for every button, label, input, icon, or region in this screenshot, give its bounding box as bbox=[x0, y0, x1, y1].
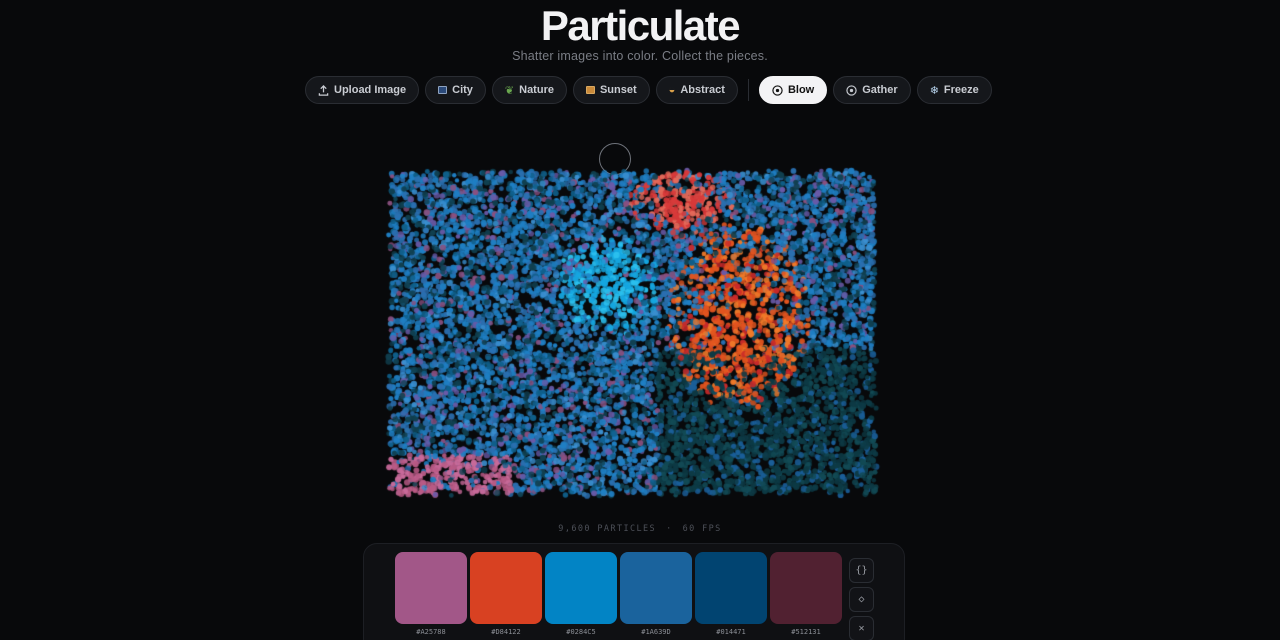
preset-abstract-button[interactable]: ◒ Abstract bbox=[655, 76, 738, 104]
palette-swatch[interactable]: #014471 bbox=[695, 552, 767, 636]
mode-freeze-label: Freeze bbox=[943, 84, 979, 96]
swatch-hex-label: #A25788 bbox=[416, 628, 446, 636]
swatch-color-chip[interactable] bbox=[545, 552, 617, 624]
stats-readout: 9,600 PARTICLES · 60 FPS bbox=[0, 524, 1280, 534]
stats-separator: · bbox=[666, 524, 673, 534]
swatch-color-chip[interactable] bbox=[770, 552, 842, 624]
diamond-icon: ◇ bbox=[858, 594, 865, 605]
clear-palette-button[interactable]: ✕ bbox=[849, 616, 874, 640]
swatch-color-chip[interactable] bbox=[620, 552, 692, 624]
target-icon bbox=[772, 84, 783, 96]
sunset-icon bbox=[585, 86, 595, 94]
mode-blow-label: Blow bbox=[787, 84, 815, 96]
particle-canvas[interactable] bbox=[380, 160, 890, 510]
app-subtitle: Shatter images into color. Collect the p… bbox=[512, 49, 768, 63]
color-palette-panel: #A25788 #D84122 #0284C5 #1A639D #014471 … bbox=[363, 543, 905, 640]
upload-image-label: Upload Image bbox=[334, 84, 407, 96]
preset-city-label: City bbox=[452, 84, 473, 96]
toolbar: Upload Image City ❦ Nature Sunset ◒ Abst… bbox=[305, 76, 992, 104]
swatch-hex-label: #D84122 bbox=[491, 628, 521, 636]
copy-json-button[interactable]: {} bbox=[849, 558, 874, 583]
target-icon bbox=[846, 84, 857, 96]
mode-gather-button[interactable]: Gather bbox=[833, 76, 911, 104]
upload-image-button[interactable]: Upload Image bbox=[305, 76, 420, 104]
preset-sunset-button[interactable]: Sunset bbox=[572, 76, 650, 104]
fps-readout: 60 FPS bbox=[682, 524, 722, 534]
snowflake-icon: ❄ bbox=[929, 84, 939, 97]
palette-swatch[interactable]: #1A639D bbox=[620, 552, 692, 636]
app-root: Particulate Shatter images into color. C… bbox=[0, 0, 1280, 640]
app-title: Particulate bbox=[540, 2, 741, 49]
city-icon bbox=[438, 86, 448, 94]
preset-nature-label: Nature bbox=[519, 84, 554, 96]
swatch-hex-label: #512131 bbox=[791, 628, 821, 636]
mode-blow-button[interactable]: Blow bbox=[758, 76, 828, 104]
swatch-hex-label: #0284C5 bbox=[566, 628, 596, 636]
palette-icon: ◒ bbox=[668, 84, 676, 96]
swatch-hex-label: #014471 bbox=[716, 628, 746, 636]
particle-count: 9,600 PARTICLES bbox=[558, 524, 657, 534]
mode-freeze-button[interactable]: ❄ Freeze bbox=[916, 76, 992, 104]
preset-abstract-label: Abstract bbox=[680, 84, 725, 96]
swatch-color-chip[interactable] bbox=[695, 552, 767, 624]
palette-swatch[interactable]: #0284C5 bbox=[545, 552, 617, 636]
upload-icon bbox=[318, 84, 329, 96]
particle-canvas-area[interactable] bbox=[380, 160, 890, 510]
palette-swatch[interactable]: #D84122 bbox=[470, 552, 542, 636]
braces-icon: {} bbox=[855, 565, 868, 576]
preset-city-button[interactable]: City bbox=[425, 76, 486, 104]
swatch-color-chip[interactable] bbox=[470, 552, 542, 624]
swatch-color-chip[interactable] bbox=[395, 552, 467, 624]
palette-swatch[interactable]: #512131 bbox=[770, 552, 842, 636]
leaf-icon: ❦ bbox=[504, 84, 515, 97]
swatch-hex-label: #1A639D bbox=[641, 628, 671, 636]
toolbar-divider bbox=[747, 79, 749, 101]
preset-sunset-label: Sunset bbox=[599, 84, 637, 96]
palette-swatch[interactable]: #A25788 bbox=[395, 552, 467, 636]
preset-nature-button[interactable]: ❦ Nature bbox=[491, 76, 567, 104]
close-icon: ✕ bbox=[858, 623, 865, 634]
mode-gather-label: Gather bbox=[862, 84, 898, 96]
export-palette-button[interactable]: ◇ bbox=[849, 587, 874, 612]
